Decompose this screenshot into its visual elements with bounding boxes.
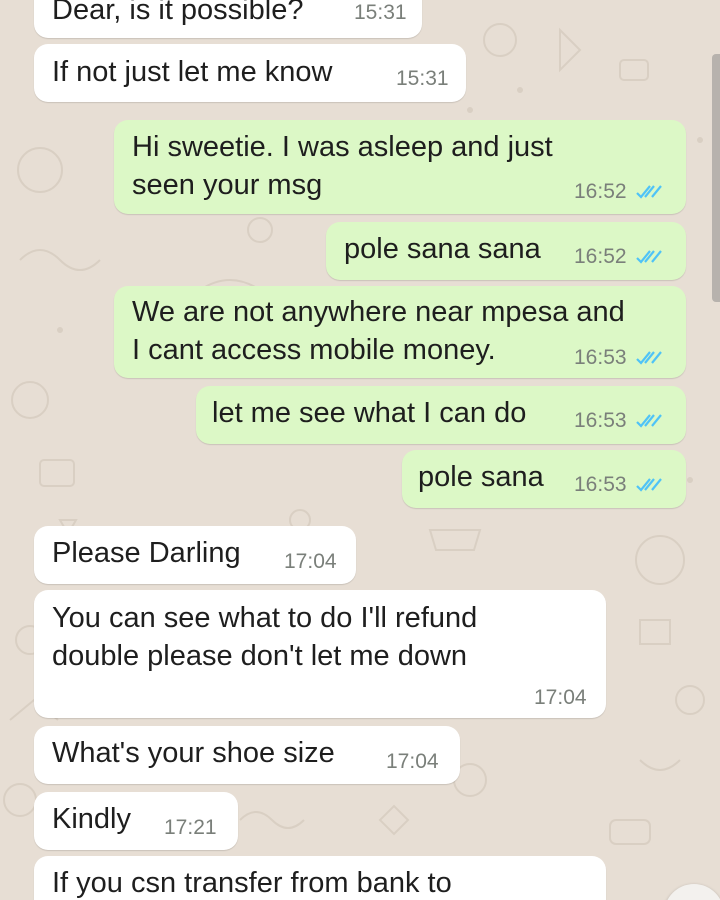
message-text: seen your msg (132, 169, 323, 201)
message-timestamp: 17:21 (164, 816, 217, 839)
message-bubble-incoming[interactable]: If not just let me know 15:31 (34, 44, 466, 102)
message-timestamp: 15:31 (396, 67, 449, 90)
message-text: Dear, is it possible? (52, 0, 304, 26)
message-bubble-outgoing[interactable]: Hi sweetie. I was asleep and just seen y… (114, 120, 686, 214)
message-text: If not just let me know (52, 56, 333, 88)
message-timestamp: 17:04 (284, 550, 337, 573)
message-timestamp: 16:53 (574, 346, 663, 370)
double-check-icon (635, 478, 662, 492)
message-text: If you csn transfer from bank to (52, 867, 452, 899)
message-text: pole sana (418, 461, 544, 493)
message-bubble-incoming[interactable]: If you csn transfer from bank to (34, 856, 606, 900)
scrollbar-thumb[interactable] (712, 54, 720, 302)
double-check-icon (635, 414, 662, 428)
double-check-icon (635, 250, 662, 264)
message-timestamp: 15:31 (354, 1, 407, 24)
message-timestamp: 17:04 (534, 686, 587, 709)
double-check-icon (635, 185, 662, 199)
message-timestamp: 16:52 (574, 180, 663, 204)
message-bubble-incoming[interactable]: What's your shoe size 17:04 (34, 726, 460, 784)
message-bubble-outgoing[interactable]: pole sana 16:53 (402, 450, 686, 508)
message-text: Please Darling (52, 537, 241, 569)
message-text: pole sana sana (344, 233, 541, 265)
message-timestamp: 16:53 (574, 473, 663, 497)
message-text: You can see what to do I'll refund (52, 602, 478, 634)
message-bubble-outgoing[interactable]: We are not anywhere near mpesa and I can… (114, 286, 686, 378)
message-text: Hi sweetie. I was asleep and just (132, 131, 553, 163)
message-bubble-outgoing[interactable]: let me see what I can do 16:53 (196, 386, 686, 444)
message-timestamp: 17:04 (386, 750, 439, 773)
message-bubble-outgoing[interactable]: pole sana sana 16:52 (326, 222, 686, 280)
message-timestamp: 16:53 (574, 409, 663, 433)
message-timestamp: 16:52 (574, 245, 663, 269)
double-check-icon (635, 351, 662, 365)
message-text: We are not anywhere near mpesa and (132, 296, 625, 328)
message-text: let me see what I can do (212, 397, 527, 429)
message-bubble-incoming[interactable]: Kindly 17:21 (34, 792, 238, 850)
message-text: double please don't let me down (52, 640, 468, 672)
message-bubble-incoming[interactable]: Please Darling 17:04 (34, 526, 356, 584)
message-text: I cant access mobile money. (132, 334, 496, 366)
message-bubble-incoming[interactable]: Dear, is it possible? 15:31 (34, 0, 422, 38)
message-bubble-incoming[interactable]: You can see what to do I'll refund doubl… (34, 590, 606, 718)
message-text: What's your shoe size (52, 737, 335, 769)
message-text: Kindly (52, 803, 131, 835)
